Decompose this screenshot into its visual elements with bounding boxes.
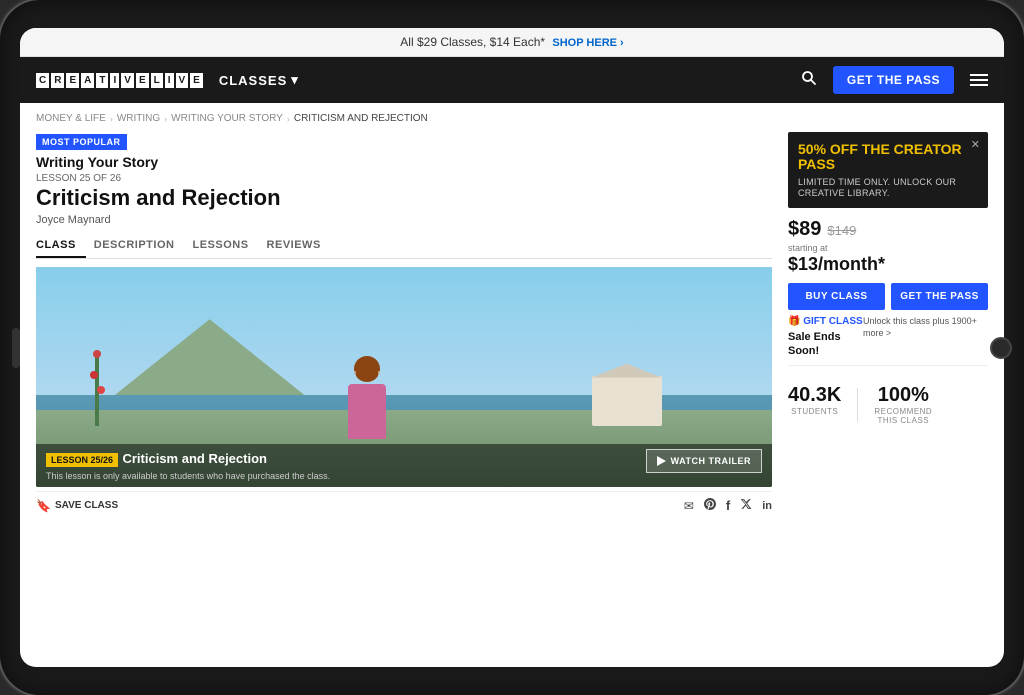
lesson-heading: Criticism and Rejection (36, 186, 772, 210)
right-price-section: starting at $13/month* (788, 243, 988, 275)
logo-c: C (36, 73, 49, 88)
logo-v: V (121, 73, 134, 88)
logo-e2: E (136, 73, 149, 88)
save-class-label: SAVE CLASS (55, 500, 118, 511)
unlock-text[interactable]: Unlock this class plus 1900+ more > (863, 316, 988, 339)
logo-i: I (110, 73, 119, 88)
gift-class-link[interactable]: 🎁 GIFT CLASS (788, 316, 863, 327)
left-column: MOST POPULAR Writing Your Story LESSON 2… (36, 132, 772, 667)
stat-recommend: 100% RECOMMEND THIS CLASS (874, 384, 932, 426)
video-lesson-title: Criticism and Rejection (122, 451, 266, 466)
instructor-name: Joyce Maynard (36, 214, 772, 226)
logo-l: L (151, 73, 163, 88)
popular-badge: MOST POPULAR (36, 134, 127, 150)
recommend-label: RECOMMEND THIS CLASS (874, 407, 932, 426)
monthly-price: $13/month* (788, 254, 885, 274)
left-cta: 🎁 GIFT CLASS Sale Ends Soon! (788, 316, 863, 359)
buy-class-button[interactable]: BUY CLASS (788, 283, 885, 310)
page-layout: MOST POPULAR Writing Your Story LESSON 2… (36, 132, 988, 667)
starting-at-label: starting at (788, 243, 988, 253)
hamburger-menu-icon[interactable] (970, 74, 988, 86)
logo-e3: E (190, 73, 203, 88)
get-pass-nav-button[interactable]: GET THE PASS (833, 66, 954, 94)
current-price: $89 (788, 218, 821, 241)
stats-section: 40.3K STUDENTS 100% RECOMMEND THIS CLASS (788, 365, 988, 430)
email-share-icon[interactable]: ✉ (684, 499, 694, 513)
search-icon[interactable] (801, 70, 817, 91)
tabs: CLASS DESCRIPTION LESSONS REVIEWS (36, 234, 772, 259)
cta-buttons-row: BUY CLASS GET THE PASS (788, 283, 988, 310)
promo-close-button[interactable]: ✕ (971, 138, 980, 151)
breadcrumb-current: CRITICISM AND REJECTION (294, 113, 428, 124)
classes-label: CLASSES (219, 73, 287, 88)
save-bar: 🔖 SAVE CLASS ✉ f in (36, 491, 772, 519)
logo-i2: I (165, 73, 174, 88)
screen: All $29 Classes, $14 Each* SHOP HERE › C… (20, 28, 1004, 667)
stats-divider (857, 388, 858, 422)
logo-r: R (51, 73, 64, 88)
logo-a: A (81, 73, 94, 88)
play-icon (657, 456, 666, 466)
building (592, 376, 662, 426)
tab-lessons[interactable]: LESSONS (192, 234, 258, 258)
facebook-icon[interactable]: f (726, 498, 730, 513)
course-title: Writing Your Story (36, 154, 772, 170)
breadcrumb: MONEY & LIFE › WRITING › WRITING YOUR ST… (36, 113, 988, 124)
logo-e: E (66, 73, 79, 88)
breadcrumb-money-life[interactable]: MONEY & LIFE (36, 113, 106, 124)
lesson-label: LESSON 25 OF 26 (36, 173, 772, 184)
breadcrumb-writing[interactable]: WRITING (117, 113, 160, 124)
save-class-button[interactable]: 🔖 SAVE CLASS (36, 499, 118, 513)
watch-trailer-button[interactable]: WATCH TRAILER (646, 449, 762, 473)
main-content: MONEY & LIFE › WRITING › WRITING YOUR ST… (20, 103, 1004, 667)
sale-ends-text: Sale Ends Soon! (788, 330, 863, 359)
stat-students: 40.3K STUDENTS (788, 384, 841, 426)
nav-classes-button[interactable]: CLASSES ▾ (219, 72, 299, 88)
pinterest-icon[interactable] (704, 498, 716, 513)
chevron-down-icon: ▾ (291, 72, 299, 88)
tab-description[interactable]: DESCRIPTION (94, 234, 185, 258)
promo-title: 50% Off The Creator Pass (798, 142, 978, 173)
logo[interactable]: C R E A T I V E L I V E (36, 73, 203, 88)
linkedin-icon[interactable]: in (762, 500, 772, 512)
breadcrumb-sep-1: › (110, 114, 113, 124)
promo-subtitle: LIMITED TIME ONLY. UNLOCK OUR CREATIVE L… (798, 177, 978, 200)
get-pass-button[interactable]: GET THE PASS (891, 283, 988, 310)
students-value: 40.3K (788, 384, 841, 407)
logo-t: T (96, 73, 108, 88)
video-container[interactable]: LESSON 25/26 Criticism and Rejection Thi… (36, 267, 772, 487)
watch-trailer-label: WATCH TRAILER (671, 456, 751, 466)
person-figure (348, 356, 386, 439)
original-price: $149 (827, 223, 856, 238)
twitter-icon[interactable] (740, 498, 752, 513)
flower-2 (90, 371, 98, 379)
announcement-bar: All $29 Classes, $14 Each* SHOP HERE › (20, 28, 1004, 57)
price-area: $89 $149 starting at $13/month* (788, 218, 988, 275)
breadcrumb-writing-story[interactable]: WRITING YOUR STORY (171, 113, 283, 124)
recommend-value: 100% (874, 384, 932, 407)
flower-stem (95, 356, 99, 426)
shop-link[interactable]: SHOP HERE › (552, 37, 623, 49)
price-row: $89 $149 (788, 218, 988, 241)
social-share-icons: ✉ f in (684, 498, 772, 513)
promo-box: ✕ 50% Off The Creator Pass LIMITED TIME … (788, 132, 988, 208)
flower-3 (97, 386, 105, 394)
breadcrumb-sep-3: › (287, 114, 290, 124)
breadcrumb-sep-2: › (164, 114, 167, 124)
lesson-tag: LESSON 25/26 (46, 453, 118, 467)
tab-class[interactable]: CLASS (36, 234, 86, 258)
right-column: ✕ 50% Off The Creator Pass LIMITED TIME … (788, 132, 988, 667)
logo-v2: V (176, 73, 189, 88)
navbar: C R E A T I V E L I V E CLASSES ▾ (20, 57, 1004, 103)
students-label: STUDENTS (788, 407, 841, 417)
stats-row: 40.3K STUDENTS 100% RECOMMEND THIS CLASS (788, 374, 988, 430)
tablet-frame: All $29 Classes, $14 Each* SHOP HERE › C… (0, 0, 1024, 695)
tab-reviews[interactable]: REVIEWS (267, 234, 331, 258)
bookmark-icon: 🔖 (36, 499, 51, 513)
announcement-text: All $29 Classes, $14 Each* (400, 35, 545, 49)
flower-1 (93, 350, 101, 358)
